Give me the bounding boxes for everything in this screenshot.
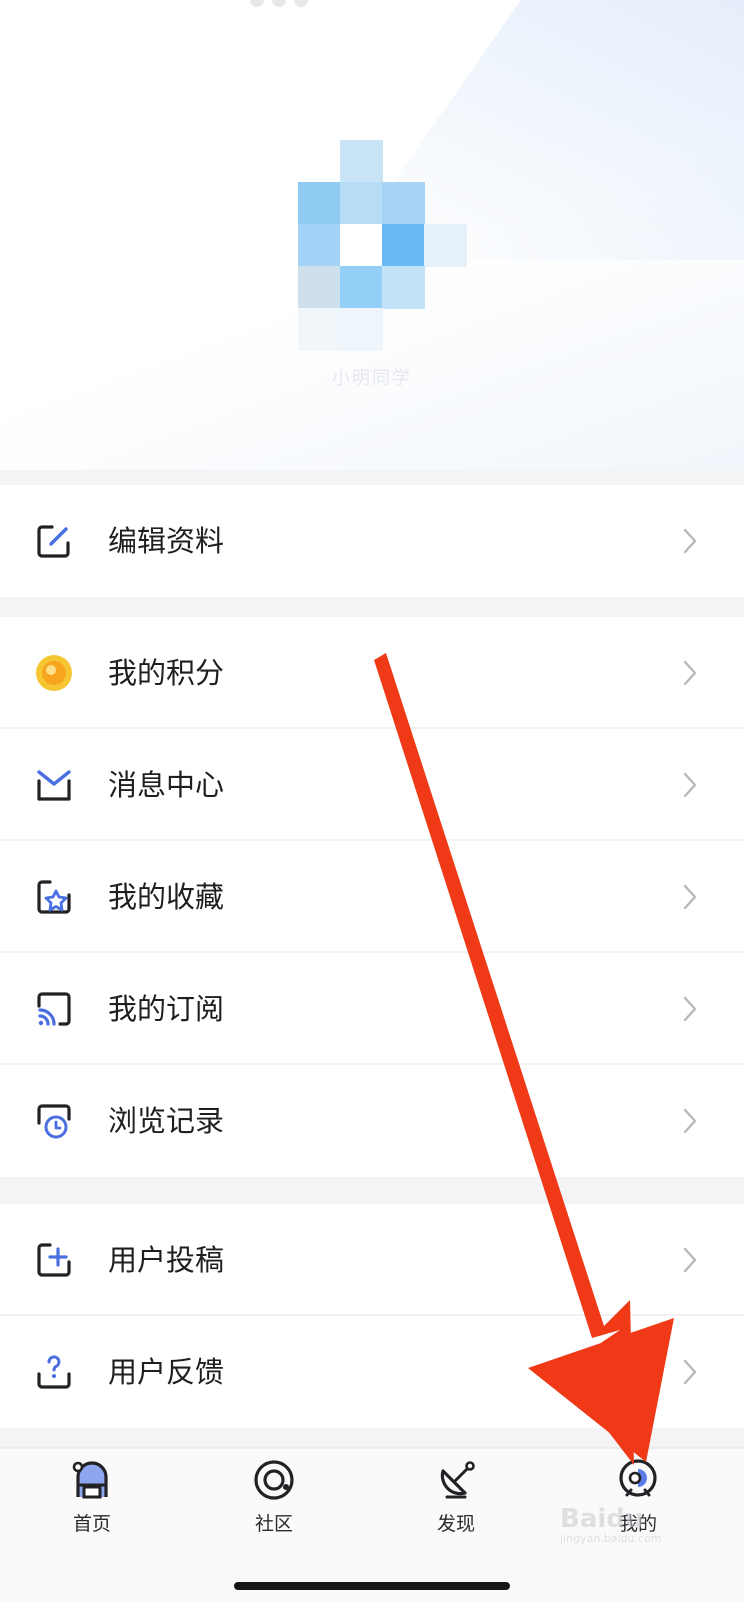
- menu-item-submit-post[interactable]: 用户投稿: [0, 1204, 744, 1316]
- menu-item-favorites[interactable]: 我的收藏: [0, 841, 744, 953]
- chevron-right-icon: [683, 1247, 697, 1273]
- chevron-right-icon: [683, 660, 697, 686]
- home-astronaut-icon: [72, 1461, 108, 1499]
- rss-icon: [37, 992, 71, 1026]
- menu-group-profile: 编辑资料: [0, 485, 744, 597]
- menu-item-label: 用户投稿: [108, 1243, 225, 1277]
- watermark-brand: Baidu: [560, 1504, 644, 1534]
- home-indicator[interactable]: [234, 1582, 510, 1590]
- menu-item-edit-profile[interactable]: 编辑资料: [0, 485, 744, 597]
- menu-item-history[interactable]: 浏览记录: [0, 1065, 744, 1177]
- edit-icon: [37, 525, 70, 558]
- tab-label: 发现: [436, 1513, 475, 1535]
- menu-item-label: 浏览记录: [108, 1104, 225, 1138]
- menu-group-personal: 我的积分 消息中心 我的收藏 我的订阅 浏览记录: [0, 617, 744, 1177]
- chevron-right-icon: [683, 996, 697, 1022]
- menu-item-label: 我的订阅: [108, 992, 225, 1026]
- coin-icon: [36, 655, 72, 691]
- community-planet-icon: [254, 1460, 294, 1500]
- star-bookmark-icon: [37, 880, 71, 914]
- menu-item-label: 我的积分: [108, 656, 225, 690]
- add-post-icon: [37, 1243, 71, 1277]
- profile-header: 小明同学: [0, 0, 744, 470]
- menu-item-label: 消息中心: [108, 768, 225, 802]
- chevron-right-icon: [683, 772, 697, 798]
- menu-item-label: 用户反馈: [108, 1355, 225, 1389]
- tab-label: 社区: [254, 1513, 293, 1535]
- question-feedback-icon: [37, 1355, 71, 1389]
- menu-item-points[interactable]: 我的积分: [0, 617, 744, 729]
- menu-item-subscriptions[interactable]: 我的订阅: [0, 953, 744, 1065]
- chevron-right-icon: [683, 1108, 697, 1134]
- menu-item-label: 编辑资料: [108, 524, 225, 558]
- tab-discover[interactable]: 发现: [396, 1457, 516, 1547]
- username: 小明同学: [332, 368, 412, 389]
- menu-item-messages[interactable]: 消息中心: [0, 729, 744, 841]
- avatar[interactable]: [298, 140, 470, 351]
- history-clock-icon: [37, 1104, 71, 1139]
- tab-community[interactable]: 社区: [214, 1457, 334, 1547]
- discover-satellite-icon: [440, 1461, 475, 1499]
- tab-home[interactable]: 首页: [32, 1457, 152, 1547]
- tab-label: 首页: [72, 1513, 111, 1535]
- menu-item-feedback[interactable]: 用户反馈: [0, 1316, 744, 1428]
- status-bar-fragment: [250, 0, 340, 7]
- mail-icon: [37, 770, 71, 801]
- chevron-right-icon: [683, 528, 697, 554]
- chevron-right-icon: [683, 884, 697, 910]
- menu-group-user: 用户投稿 用户反馈: [0, 1204, 744, 1428]
- profile-helmet-icon: [619, 1459, 657, 1497]
- watermark-sub: jingyan.baidu.com: [560, 1532, 662, 1545]
- baidu-watermark: Baidu jingyan.baidu.com: [560, 1504, 740, 1545]
- chevron-right-icon: [683, 1359, 697, 1385]
- menu-item-label: 我的收藏: [108, 880, 225, 914]
